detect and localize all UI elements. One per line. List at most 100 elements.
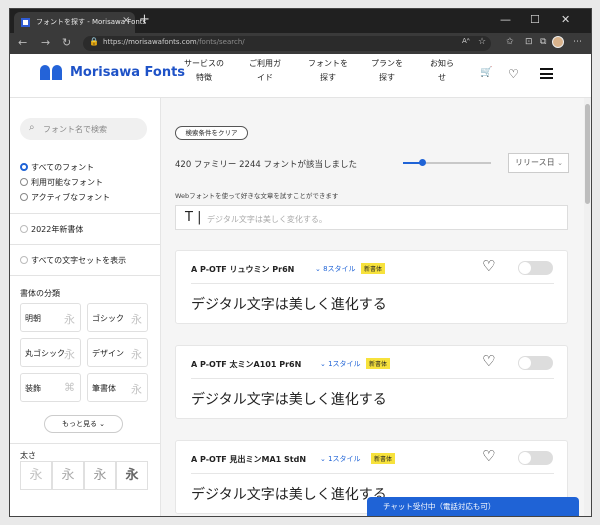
category-label: 丸ゴシック [25, 349, 65, 358]
heart-icon[interactable]: ♡ [482, 257, 495, 275]
filter-new-2022-label: 2022年新書体 [31, 225, 84, 234]
read-aloud-icon[interactable]: Aᴬ [462, 37, 470, 45]
filter-new-2022[interactable]: 2022年新書体 [20, 224, 83, 235]
profile-avatar[interactable] [552, 36, 564, 48]
minimize-button[interactable]: — [500, 13, 511, 26]
maximize-button[interactable]: ☐ [530, 13, 540, 26]
category-glyph: ⌘ [64, 381, 75, 394]
heart-icon[interactable]: ♡ [482, 352, 495, 370]
font-name[interactable]: A P-OTF 太ミンA101 Pr6N [191, 359, 301, 370]
show-all-charsets[interactable]: すべての文字セットを表示 [20, 255, 126, 266]
hamburger-menu-icon[interactable] [540, 68, 553, 79]
collections-icon[interactable]: ⊡ [525, 37, 533, 47]
activate-toggle[interactable] [518, 356, 553, 370]
title-bar: フォントを探す - Morisawa Fonts × + — ☐ ✕ [10, 9, 591, 33]
sort-select[interactable]: リリース日 ⌄ [508, 153, 569, 173]
nav-guide-line2: イド [257, 73, 273, 82]
logo-text[interactable]: Morisawa Fonts [70, 65, 185, 80]
nav-guide[interactable]: ご利用ガ イド [249, 57, 281, 85]
reload-button[interactable]: ↻ [62, 36, 71, 49]
trial-placeholder: デジタル文字は美しく変化する。 [207, 215, 327, 224]
style-count-toggle[interactable]: ⌄ 8スタイル [315, 264, 356, 274]
category-glyph: 永 [131, 348, 142, 361]
new-tab-button[interactable]: + [139, 12, 150, 27]
favorites-icon[interactable]: ✩ [506, 37, 514, 47]
size-slider[interactable] [403, 159, 491, 166]
category-glyph: 永 [64, 313, 75, 326]
search-placeholder: フォント名で検索 [43, 125, 107, 134]
category-label: デザイン [92, 349, 124, 358]
font-name[interactable]: A P-OTF リュウミン Pr6N [191, 264, 294, 275]
heart-icon[interactable]: ♡ [482, 447, 495, 465]
filter-all-fonts-label: すべてのフォント [31, 163, 95, 172]
favorite-star-icon[interactable]: ☆ [478, 37, 486, 47]
new-badge: 新書体 [366, 358, 391, 369]
divider [191, 283, 554, 284]
category-maru-gothic[interactable]: 丸ゴシック永 [20, 338, 81, 367]
divider [10, 443, 160, 444]
font-card[interactable]: A P-OTF 太ミンA101 Pr6N ⌄ 1スタイル 新書体 ♡ デジタル文… [175, 345, 568, 419]
browser-window: フォントを探す - Morisawa Fonts × + — ☐ ✕ ← → ↻… [9, 8, 592, 517]
divider [10, 213, 160, 214]
weight-option-medium[interactable]: 永 [84, 461, 116, 490]
radio-selected-icon [20, 163, 28, 171]
style-count-toggle[interactable]: ⌄ 1スタイル [320, 359, 361, 369]
scrollbar[interactable] [584, 98, 591, 516]
filter-active-fonts[interactable]: アクティブなフォント [20, 192, 110, 203]
filter-active-fonts-label: アクティブなフォント [31, 193, 111, 202]
forward-button[interactable]: → [41, 36, 50, 49]
url-host: https://morisawafonts.com [103, 38, 197, 46]
morisawa-logo-icon[interactable] [40, 63, 62, 80]
back-button[interactable]: ← [18, 36, 27, 49]
site-header: Morisawa Fonts サービスの 特徴 ご利用ガ イド フォントを 探す プラ… [10, 54, 591, 98]
slider-knob[interactable] [419, 159, 426, 166]
weight-option-light[interactable]: 永 [20, 461, 52, 490]
tab-close-icon[interactable]: × [122, 15, 130, 26]
category-glyph: 永 [131, 313, 142, 326]
chat-widget-button[interactable]: チャット受付中（電話対応も可） [367, 497, 579, 516]
category-label: 筆書体 [92, 384, 116, 393]
category-glyph: 永 [131, 383, 142, 396]
font-name[interactable]: A P-OTF 見出ミンMA1 StdN [191, 454, 306, 465]
weight-option-bold[interactable]: 永 [116, 461, 148, 490]
nav-features-line1: サービスの [184, 59, 224, 68]
show-more-button[interactable]: もっと見る ⌄ [44, 415, 123, 433]
category-gothic[interactable]: ゴシック永 [87, 303, 148, 332]
url-text[interactable]: https://morisawafonts.com/fonts/search/ [103, 38, 245, 46]
close-window-button[interactable]: ✕ [561, 13, 570, 26]
nav-find-fonts[interactable]: フォントを 探す [308, 57, 348, 85]
nav-plans[interactable]: プランを 探す [371, 57, 403, 85]
activate-toggle[interactable] [518, 451, 553, 465]
style-count-toggle[interactable]: ⌄ 1スタイル [320, 454, 361, 464]
weight-option-regular[interactable]: 永 [52, 461, 84, 490]
radio-icon [20, 256, 28, 264]
nav-features[interactable]: サービスの 特徴 [184, 57, 224, 85]
address-bar[interactable]: 🔒 https://morisawafonts.com/fonts/search… [83, 36, 491, 51]
weight-title: 太さ [20, 451, 36, 460]
category-decorative[interactable]: 装飾 ⌘ [20, 373, 81, 402]
favorites-heart-icon[interactable]: ♡ [508, 67, 519, 81]
font-card[interactable]: A P-OTF リュウミン Pr6N ⌄ 8スタイル 新書体 ♡ デジタル文字は… [175, 250, 568, 324]
browser-tab[interactable]: フォントを探す - Morisawa Fonts × [14, 12, 146, 33]
sort-value: リリース日 [515, 158, 555, 167]
more-menu-icon[interactable]: ⋯ [573, 37, 582, 47]
filter-available-fonts[interactable]: 利用可能なフォント [20, 177, 103, 188]
clear-filters-button[interactable]: 検索条件をクリア [175, 126, 248, 140]
category-design[interactable]: デザイン永 [87, 338, 148, 367]
extensions-icon[interactable]: ⧉ [540, 37, 546, 47]
category-brush[interactable]: 筆書体 永 [87, 373, 148, 402]
new-badge: 新書体 [371, 453, 396, 464]
filter-all-fonts[interactable]: すべてのフォント [20, 162, 94, 173]
font-search-input[interactable]: ⌕ フォント名で検索 [20, 118, 147, 140]
nav-news-line1: お知ら [430, 59, 454, 68]
activate-toggle[interactable] [518, 261, 553, 275]
nav-news-line2: せ [438, 73, 446, 82]
cart-icon[interactable]: 🛒 [480, 67, 492, 78]
nav-news[interactable]: お知らせ [430, 57, 454, 85]
nav-plans-line1: プランを [371, 59, 403, 68]
category-mincho[interactable]: 明朝 永 [20, 303, 81, 332]
nav-find-fonts-line1: フォントを [308, 59, 348, 68]
trial-text-input[interactable]: T | デジタル文字は美しく変化する。 [175, 205, 568, 230]
radio-icon [20, 178, 28, 186]
category-glyph: 永 [64, 348, 75, 361]
